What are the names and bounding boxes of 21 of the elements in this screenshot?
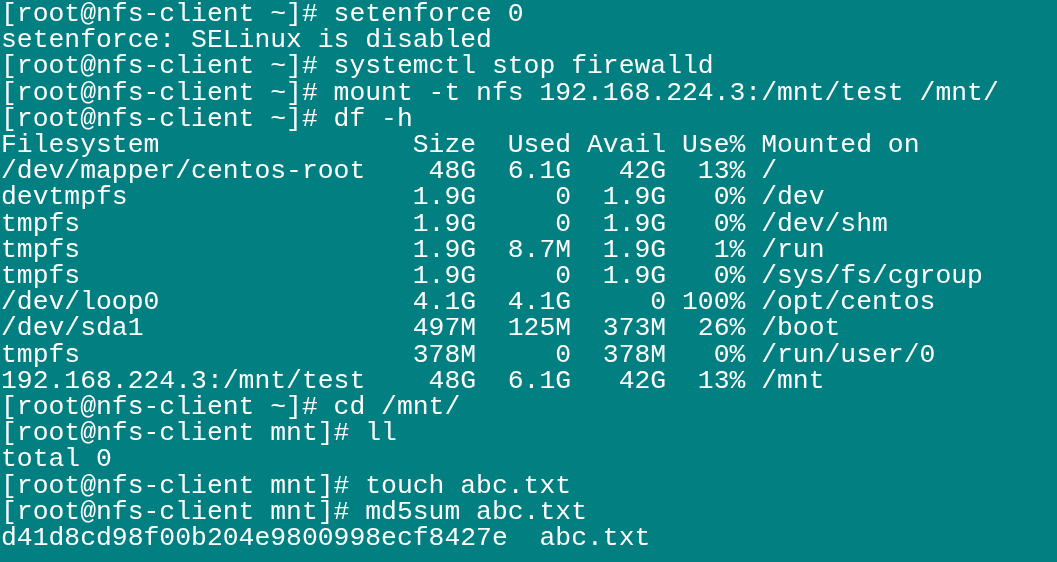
terminal-line: [root@nfs-client ~]# mount -t nfs 192.168.224.3:/mnt/test /mnt/ (1, 79, 999, 106)
terminal-line: /dev/loop0 4.1G 4.1G 0 100% /opt/centos (1, 289, 936, 316)
terminal-line: [root@nfs-client ~]# setenforce 0 (1, 1, 524, 28)
terminal-line: tmpfs 1.9G 0 1.9G 0% /dev/shm (1, 210, 888, 237)
terminal-line: [root@nfs-client mnt]# touch abc.txt (1, 472, 572, 499)
terminal-line: tmpfs 1.9G 8.7M 1.9G 1% /run (1, 236, 825, 264)
terminal-line: [root@nfs-client ~]# df -h (1, 105, 413, 132)
terminal-line: setenforce: SELinux is disabled (1, 27, 492, 54)
terminal-line: tmpfs 1.9G 0 1.9G 0% /sys/fs/cgroup (1, 263, 983, 290)
terminal-line: [root@nfs-client ~]# cd /mnt/ (1, 394, 461, 421)
terminal-line: [root@nfs-client mnt]# ll (1, 420, 397, 447)
terminal-line: d41d8cd98f00b204e9800998ecf8427e abc.txt (1, 525, 651, 552)
terminal-line: [root@nfs-client mnt]# md5sum abc.txt (1, 498, 587, 526)
terminal-line: Filesystem Size Used Avail Use% Mounted on (1, 132, 920, 159)
terminal-line: /dev/sda1 497M 125M 373M 26% /boot (1, 315, 841, 342)
terminal-line: 192.168.224.3:/mnt/test 48G 6.1G 42G 13% /mnt (1, 367, 825, 395)
terminal-line: tmpfs 378M 0 378M 0% /run/user/0 (1, 341, 936, 368)
terminal-line: total 0 (1, 446, 112, 473)
terminal-line: /dev/mapper/centos-root 48G 6.1G 42G 13% / (1, 158, 777, 185)
terminal-line: [root@nfs-client ~]# systemctl stop firewalld (1, 53, 714, 80)
terminal-line: devtmpfs 1.9G 0 1.9G 0% /dev (1, 184, 825, 211)
